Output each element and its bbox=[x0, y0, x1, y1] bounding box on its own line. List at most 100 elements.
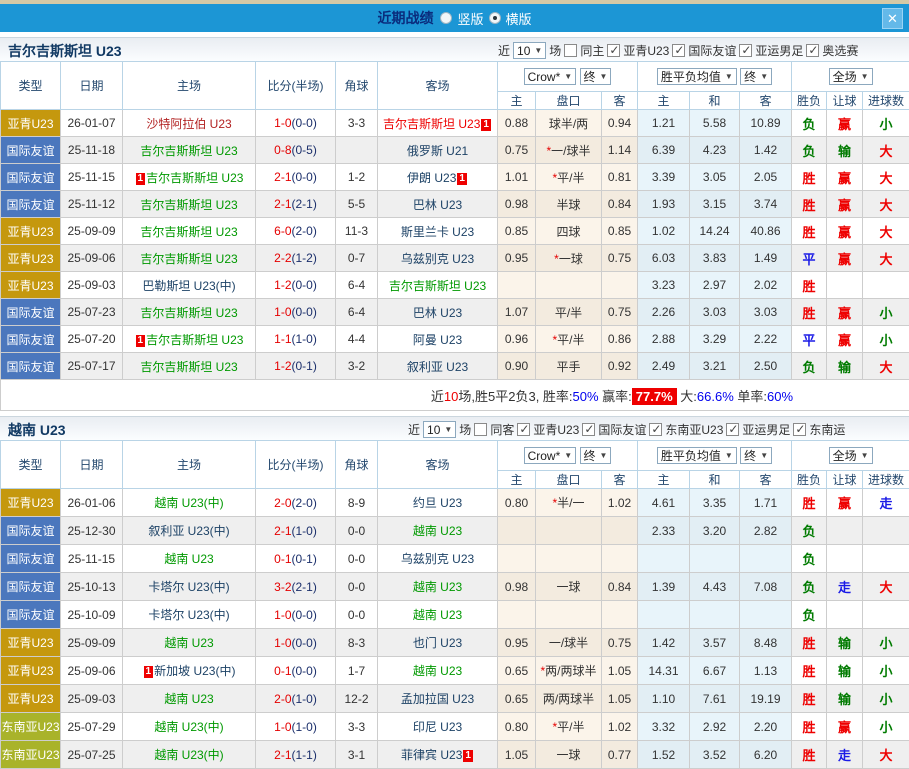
handicap-line: 一球 bbox=[536, 573, 602, 601]
competition-type-badge: 亚青U23 bbox=[1, 218, 61, 245]
result-goals: 小 bbox=[863, 299, 909, 326]
col-type: 类型 bbox=[1, 62, 61, 110]
avg-away-odds: 2.20 bbox=[740, 713, 792, 741]
layout-radio-label-1: 横版 bbox=[506, 9, 532, 28]
away-team-wrap: 叙利亚 U23 bbox=[407, 360, 468, 374]
corner-score: 0-0 bbox=[336, 545, 378, 573]
col-corner: 角球 bbox=[336, 62, 378, 110]
score-cell: 2-1(2-1) bbox=[256, 191, 336, 218]
match-count-select[interactable]: 10▼ bbox=[423, 421, 456, 438]
league-checkbox-0[interactable] bbox=[517, 423, 530, 436]
layout-radio-1[interactable] bbox=[489, 12, 501, 24]
avg-away-odds: 2.82 bbox=[740, 517, 792, 545]
final-odds-select[interactable]: 终▼ bbox=[580, 447, 612, 464]
fulltime-score: 0-8 bbox=[274, 143, 291, 157]
halftime-score: (1-0) bbox=[292, 524, 317, 538]
halftime-score: (2-0) bbox=[292, 224, 317, 238]
avg-draw-odds: 3.29 bbox=[690, 326, 740, 353]
crow-select[interactable]: Crow*▼ bbox=[524, 68, 577, 85]
crow-away-odds: 0.75 bbox=[602, 245, 638, 272]
handicap-line: 四球 bbox=[536, 218, 602, 245]
avg-away-odds: 2.50 bbox=[740, 353, 792, 380]
team-sections-container: 吉尔吉斯斯坦 U23近10▼场同主亚青U23国际友谊亚运男足奥选赛类型日期主场比… bbox=[0, 37, 909, 769]
avg-draw-odds: 3.21 bbox=[690, 353, 740, 380]
league-checkbox-1[interactable] bbox=[582, 423, 595, 436]
match-row: 国际友谊25-11-18吉尔吉斯斯坦 U230-8(0-5)俄罗斯 U210.7… bbox=[1, 137, 909, 164]
chevron-down-icon: ▼ bbox=[444, 425, 452, 434]
crow-select[interactable]: Crow*▼ bbox=[524, 447, 577, 464]
avg-home-odds: 3.23 bbox=[638, 272, 690, 299]
home-team: 吉尔吉斯斯坦 U23 bbox=[140, 144, 237, 158]
avg-away-odds: 6.20 bbox=[740, 741, 792, 769]
summary-segment-2: 场,胜5平2负3, 胜率: bbox=[458, 389, 572, 404]
result-outcome: 负 bbox=[792, 573, 827, 601]
away-team: 乌兹别克 U23 bbox=[401, 552, 474, 566]
handicap-text: 一/球半 bbox=[551, 144, 590, 158]
halftime-score: (1-0) bbox=[292, 720, 317, 734]
avg-away-odds: 3.03 bbox=[740, 299, 792, 326]
league-checkbox-1[interactable] bbox=[672, 44, 685, 57]
result-outcome: 负 bbox=[792, 353, 827, 380]
close-button[interactable]: ✕ bbox=[882, 8, 903, 29]
competition-type-badge: 国际友谊 bbox=[1, 164, 61, 191]
crow-home-odds: 0.80 bbox=[498, 489, 536, 517]
same-venue-checkbox[interactable] bbox=[564, 44, 577, 57]
avg-home-odds: 14.31 bbox=[638, 657, 690, 685]
sub-col-7: 让球 bbox=[827, 471, 863, 489]
corner-score: 0-7 bbox=[336, 245, 378, 272]
wdl-avg-group: 胜平负均值▼ 终▼ bbox=[638, 441, 792, 471]
crow-odds-group: Crow*▼ 终▼ bbox=[498, 441, 638, 471]
avg-away-odds: 40.86 bbox=[740, 218, 792, 245]
col-date: 日期 bbox=[61, 441, 123, 489]
avg-draw-odds bbox=[690, 545, 740, 573]
corner-score: 3-2 bbox=[336, 353, 378, 380]
result-outcome: 胜 bbox=[792, 629, 827, 657]
league-checkbox-0[interactable] bbox=[607, 44, 620, 57]
crow-home-odds: 0.88 bbox=[498, 110, 536, 137]
crow-away-odds: 0.86 bbox=[602, 326, 638, 353]
final-avg-select[interactable]: 终▼ bbox=[740, 68, 772, 85]
sub-col-4: 和 bbox=[690, 92, 740, 110]
final-odds-select[interactable]: 终▼ bbox=[580, 68, 612, 85]
league-label-3: 奥选赛 bbox=[822, 42, 858, 59]
home-cell: 卡塔尔 U23(中) bbox=[123, 573, 256, 601]
chevron-down-icon: ▼ bbox=[600, 72, 608, 81]
score-cell: 2-1(0-0) bbox=[256, 164, 336, 191]
league-label-1: 国际友谊 bbox=[688, 42, 736, 59]
score-cell: 1-0(0-0) bbox=[256, 299, 336, 326]
result-outcome: 平 bbox=[792, 245, 827, 272]
halftime-score: (1-0) bbox=[292, 692, 317, 706]
avg-draw-odds: 6.67 bbox=[690, 657, 740, 685]
crow-home-odds: 0.98 bbox=[498, 191, 536, 218]
match-count-select[interactable]: 10▼ bbox=[513, 42, 546, 59]
fulltime-score: 1-0 bbox=[274, 305, 291, 319]
same-venue-checkbox[interactable] bbox=[474, 423, 487, 436]
team-section: 吉尔吉斯斯坦 U23近10▼场同主亚青U23国际友谊亚运男足奥选赛类型日期主场比… bbox=[0, 37, 909, 411]
league-checkbox-3[interactable] bbox=[806, 44, 819, 57]
league-checkbox-4[interactable] bbox=[793, 423, 806, 436]
away-team: 叙利亚 U23 bbox=[407, 360, 468, 374]
crow-odds-group: Crow*▼ 终▼ bbox=[498, 62, 638, 92]
result-goals bbox=[863, 272, 909, 299]
avg-draw-odds: 2.97 bbox=[690, 272, 740, 299]
avg-away-odds: 1.42 bbox=[740, 137, 792, 164]
crow-home-odds: 0.80 bbox=[498, 713, 536, 741]
league-checkbox-2[interactable] bbox=[649, 423, 662, 436]
avg-home-odds: 6.39 bbox=[638, 137, 690, 164]
wdl-avg-select[interactable]: 胜平负均值▼ bbox=[657, 68, 737, 85]
league-checkbox-3[interactable] bbox=[726, 423, 739, 436]
team-title: 吉尔吉斯斯坦 U23 bbox=[8, 41, 122, 61]
away-team: 越南 U23 bbox=[413, 524, 462, 538]
home-team-wrap: 吉尔吉斯斯坦 U23 bbox=[140, 252, 237, 266]
home-team: 越南 U23(中) bbox=[154, 748, 223, 762]
competition-type-badge: 国际友谊 bbox=[1, 573, 61, 601]
layout-radio-0[interactable] bbox=[440, 12, 452, 24]
fullmatch-select[interactable]: 全场▼ bbox=[829, 68, 873, 85]
wdl-avg-select[interactable]: 胜平负均值▼ bbox=[657, 447, 737, 464]
crow-select-value: Crow* bbox=[528, 70, 561, 84]
fullmatch-select[interactable]: 全场▼ bbox=[829, 447, 873, 464]
league-checkbox-2[interactable] bbox=[739, 44, 752, 57]
final-avg-select[interactable]: 终▼ bbox=[740, 447, 772, 464]
halftime-score: (0-5) bbox=[292, 143, 317, 157]
chevron-down-icon: ▼ bbox=[760, 451, 768, 460]
